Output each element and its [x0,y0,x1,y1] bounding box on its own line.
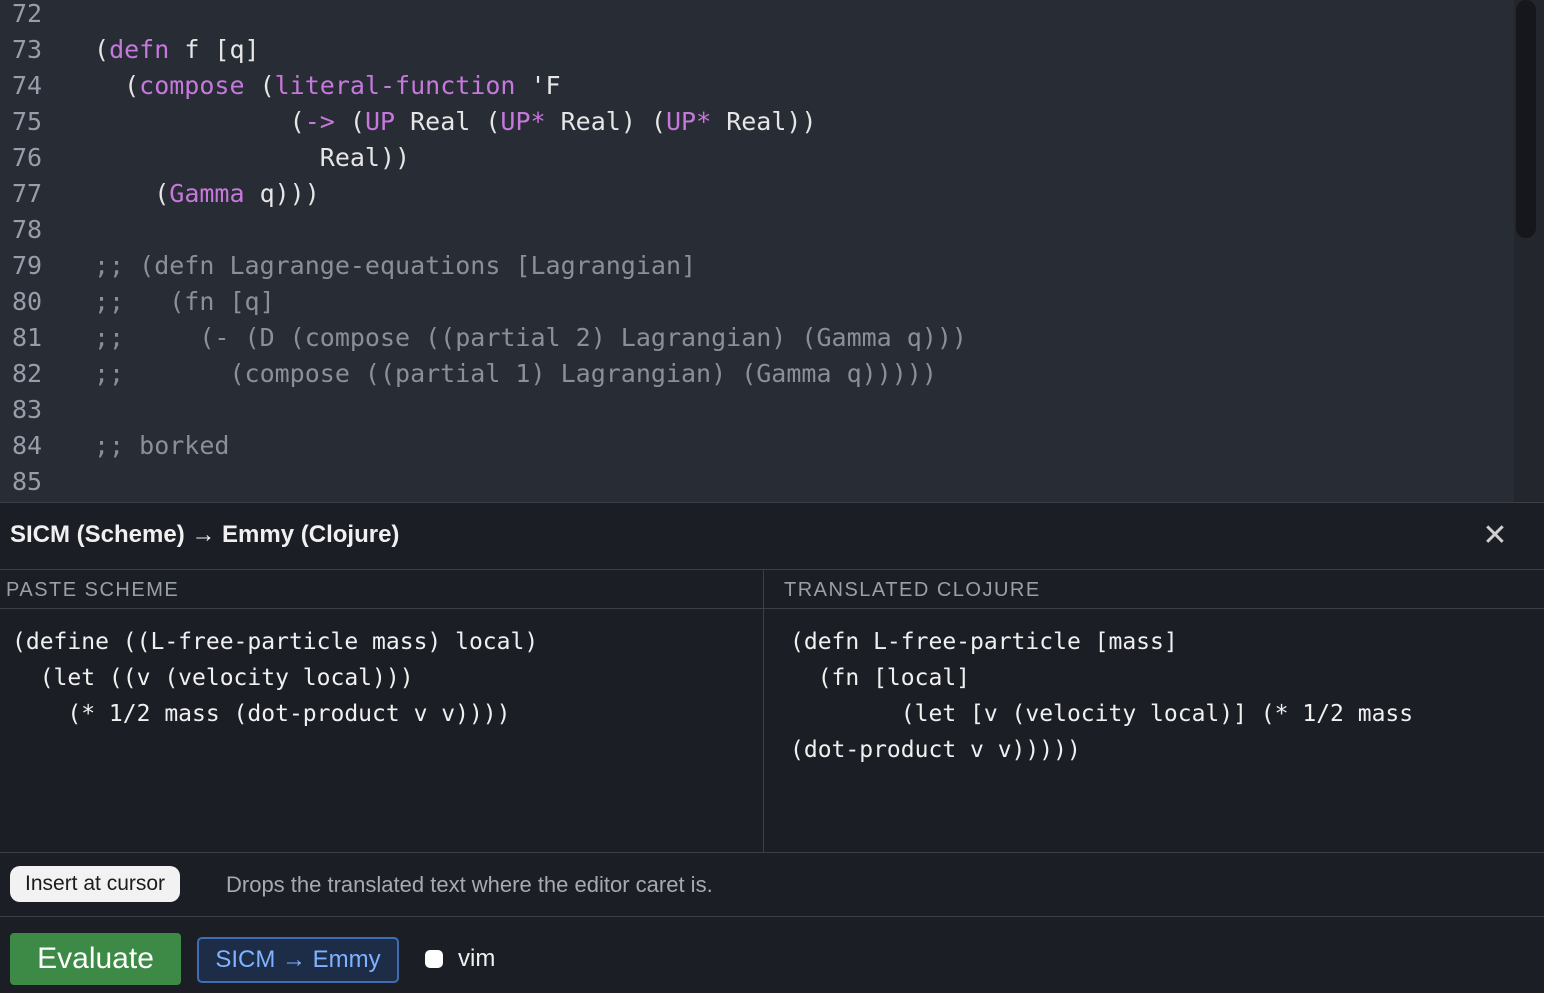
code-keyword: -> [304,107,335,136]
code-line[interactable]: 76 Real)) [0,140,1510,176]
action-bar: Evaluate SICM → Emmy vim [0,917,1544,993]
code-comment: ;; borked [94,431,230,460]
line-number: 72 [12,0,43,28]
line-number: 79 [12,251,43,280]
code-keyword: Gamma [169,179,245,208]
translator-columns: PASTE SCHEME (define ((L-free-particle m… [0,570,1544,853]
code-token: f [q] [169,35,260,64]
line-number: 78 [12,215,43,244]
line-number: 76 [12,143,43,172]
code-token: Real)) [94,143,411,172]
line-number: 73 [12,35,43,64]
code-keyword: UP* [665,107,712,136]
line-number: 81 [12,323,43,352]
evaluate-button[interactable]: Evaluate [10,933,181,985]
code-token: 'F [515,71,561,100]
code-line[interactable]: 85 [0,464,1510,500]
code-token: q))) [244,179,320,208]
code-line[interactable]: 81 ;; (- (D (compose ((partial 2) Lagrang… [0,320,1510,356]
clojure-output: (defn L-free-particle [mass] (fn [local]… [790,629,1414,763]
line-number: 77 [12,179,43,208]
panel-title: SICM (Scheme) → Emmy (Clojure) [10,521,400,548]
line-text: ;; (- (D (compose ((partial 2) Lagrangia… [94,320,967,356]
code-line[interactable]: 83 [0,392,1510,428]
code-comment: ;; (compose ((partial 1) Lagrangian) (Ga… [94,359,937,388]
line-text: (compose (literal-function 'F [94,68,561,104]
sicm-to-emmy-button[interactable]: SICM → Emmy [197,937,399,983]
line-text: (-> (UP Real (UP* Real) (UP* Real)) [94,104,817,140]
line-text: (Gamma q))) [94,176,320,212]
line-text: ;; (compose ((partial 1) Lagrangian) (Ga… [94,356,937,392]
line-number: 82 [12,359,43,388]
code-token: ( [94,179,170,208]
insert-hint: Drops the translated text where the edit… [226,872,713,897]
insert-at-cursor-button[interactable]: Insert at cursor [10,866,181,902]
line-number: 83 [12,395,43,424]
code-line[interactable]: 78 [0,212,1510,248]
line-number: 75 [12,107,43,136]
code-token: ( [94,71,140,100]
line-text: ;; borked [94,428,229,464]
editor-scrollbar-thumb[interactable] [1516,0,1536,238]
clojure-column: TRANSLATED CLOJURE (defn L-free-particle… [764,570,1544,852]
line-number: 74 [12,71,43,100]
panel-header: SICM (Scheme) → Emmy (Clojure) ✕ [0,503,1544,570]
code-token: Real)) [711,107,817,136]
translator-panel: SICM (Scheme) → Emmy (Clojure) ✕ PASTE S… [0,502,1544,993]
code-line[interactable]: 74 (compose (literal-function 'F [0,68,1510,104]
scheme-column-header: PASTE SCHEME [0,570,763,609]
code-token: ( [244,71,275,100]
code-token: Real) ( [545,107,666,136]
code-comment: ;; (defn Lagrange-equations [Lagrangian] [94,251,697,280]
line-number: 85 [12,467,43,496]
code-line[interactable]: 80 ;; (fn [q] [0,284,1510,320]
code-line[interactable]: 82 ;; (compose ((partial 1) Lagrangian) (… [0,356,1510,392]
code-keyword: defn [109,35,170,64]
code-line[interactable]: 75 (-> (UP Real (UP* Real) (UP* Real)) [0,104,1510,140]
code-line[interactable]: 77 (Gamma q))) [0,176,1510,212]
scheme-column: PASTE SCHEME (define ((L-free-particle m… [0,570,764,852]
code-keyword: literal-function [274,71,516,100]
code-line[interactable]: 79 ;; (defn Lagrange-equations [Lagrangia… [0,248,1510,284]
code-comment: ;; (fn [q] [94,287,275,316]
code-token: Real ( [395,107,501,136]
scheme-input[interactable]: (define ((L-free-particle mass) local) (… [0,609,763,852]
code-editor[interactable]: 72 73 (defn f [q] 74 (compose (literal-func… [0,0,1544,502]
code-line[interactable]: 73 (defn f [q] [0,32,1510,68]
line-number: 84 [12,431,43,460]
code-comment: ;; (- (D (compose ((partial 2) Lagrangia… [94,323,967,352]
insert-row: Insert at cursor Drops the translated te… [0,853,1544,917]
clojure-column-header: TRANSLATED CLOJURE [764,570,1544,609]
code-token: ( [94,35,110,64]
line-text: ;; (defn Lagrange-equations [Lagrangian] [94,248,696,284]
code-keyword: compose [139,71,245,100]
line-text: ;; (fn [q] [94,284,275,320]
vim-label: vim [458,945,496,972]
line-number: 80 [12,287,43,316]
line-text: (defn f [q] [94,32,260,68]
code-token: ( [334,107,365,136]
code-line[interactable]: 84 ;; borked [0,428,1510,464]
editor-scrollbar-track[interactable] [1514,0,1544,502]
code-token: ( [94,107,305,136]
line-text: Real)) [94,140,410,176]
close-icon[interactable]: ✕ [1480,521,1510,551]
code-keyword: UP [364,107,396,136]
code-line[interactable]: 72 [0,0,1510,32]
vim-checkbox[interactable] [425,950,443,968]
code-keyword: UP* [500,107,546,136]
